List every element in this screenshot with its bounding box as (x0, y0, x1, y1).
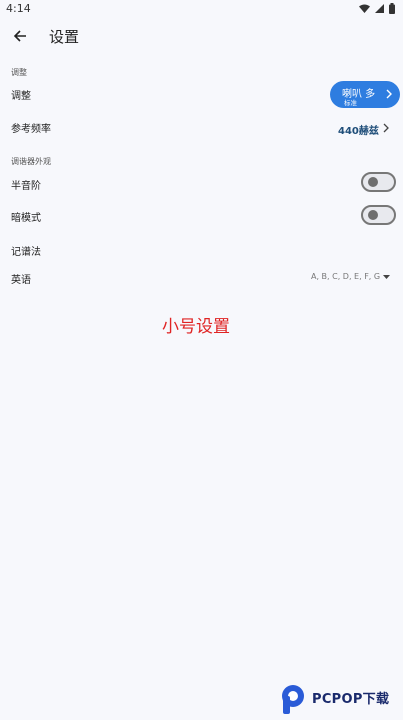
status-time: 4:14 (6, 2, 31, 15)
section-title-appearance: 调谐器外观 (11, 157, 51, 166)
watermark-text: PCPOP下载 (312, 692, 390, 707)
reference-frequency-label: 参考频率 (11, 124, 51, 135)
page-title: 设置 (49, 28, 80, 46)
status-icons (359, 3, 395, 14)
notation-dropdown[interactable]: A, B, C, D, E, F, G (311, 272, 380, 281)
dropdown-arrow-icon[interactable] (383, 275, 390, 279)
semitone-toggle[interactable] (361, 172, 396, 192)
semitone-label: 半音阶 (11, 181, 41, 192)
battery-icon (389, 3, 395, 14)
dark-mode-label: 暗模式 (11, 213, 41, 224)
toggle-knob (368, 210, 378, 220)
notation-title: 记谱法 (11, 247, 41, 258)
section-title-tuning: 调整 (11, 68, 27, 77)
toggle-knob (368, 177, 378, 187)
instrument-selector-button[interactable]: 喇叭 多 标准 (330, 81, 400, 108)
wifi-icon (359, 4, 370, 13)
overlay-caption: 小号设置 (162, 317, 230, 337)
reference-frequency-value[interactable]: 440赫兹 (338, 122, 379, 137)
tuning-label: 调整 (11, 91, 31, 102)
status-bar: 4:14 (0, 0, 403, 18)
pcpop-logo-icon (282, 685, 304, 714)
chevron-right-icon (386, 89, 392, 99)
chevron-right-icon[interactable] (383, 123, 389, 133)
app-bar: 设置 (0, 18, 403, 54)
cellular-signal-icon (375, 4, 384, 13)
dark-mode-toggle[interactable] (361, 205, 396, 225)
back-button[interactable] (8, 24, 32, 48)
tuning-mode: 标准 (344, 99, 357, 107)
arrow-back-icon (13, 30, 26, 42)
watermark: PCPOP下载 (280, 683, 400, 717)
notation-language-label: 英语 (11, 275, 31, 286)
